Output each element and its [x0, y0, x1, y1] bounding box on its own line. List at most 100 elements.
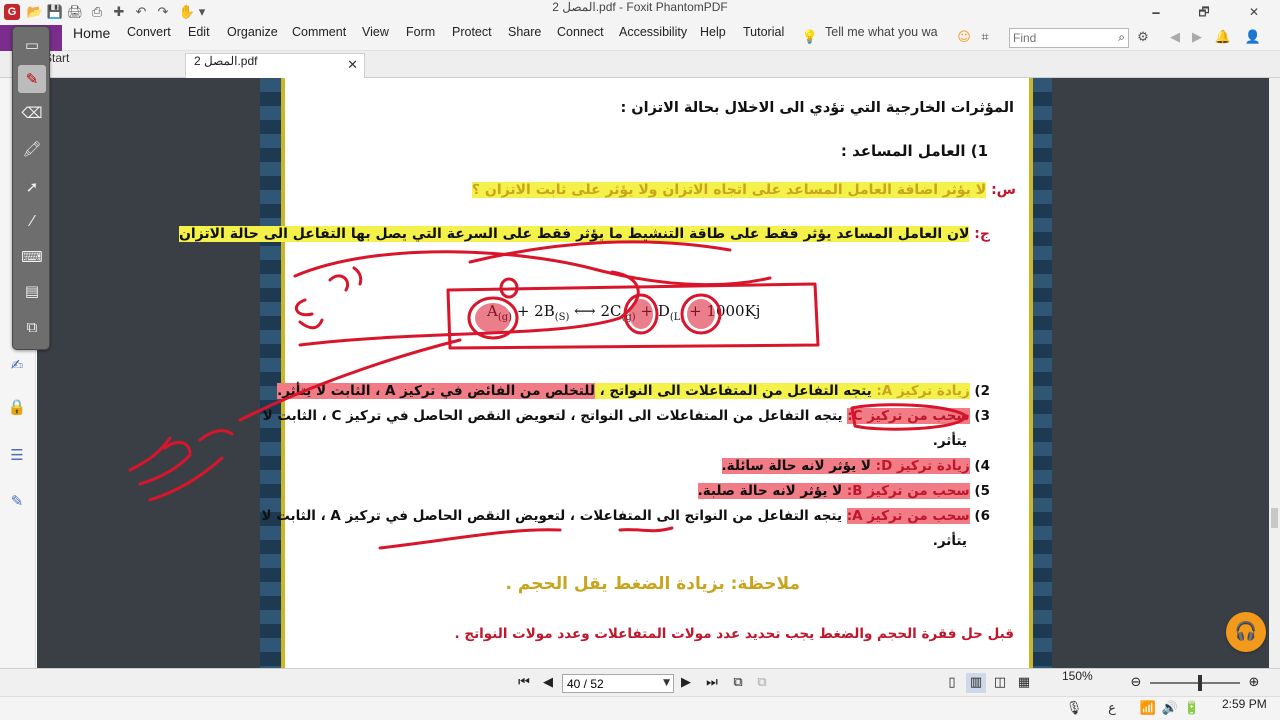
plus-sign: +	[635, 302, 658, 320]
user-account-icon[interactable]: 👤	[1244, 28, 1262, 48]
hand-tool-icon[interactable]: ✋	[178, 4, 196, 21]
search-icon[interactable]: ⌕	[1118, 30, 1125, 45]
zoom-out-button[interactable]: ⊖	[1126, 673, 1146, 693]
print-icon[interactable]: 🖨	[66, 4, 84, 21]
continuous-view-icon[interactable]: ▥	[966, 673, 986, 693]
vertical-scrollbar[interactable]	[1269, 78, 1280, 668]
signature-panel-icon[interactable]: ✍	[6, 354, 28, 376]
settings-gear-icon[interactable]: ⚙	[1134, 28, 1152, 48]
answer-prefix: ج:	[969, 226, 990, 242]
save-icon[interactable]: 💾	[46, 4, 64, 21]
item-5-number: 5)	[974, 483, 990, 499]
menu-home[interactable]: Home	[73, 25, 110, 51]
tools-panel-icon[interactable]: ✎	[6, 490, 28, 512]
tag-icon[interactable]: ⌗	[976, 28, 994, 48]
menu-tutorial[interactable]: Tutorial	[743, 25, 784, 51]
multi-screen-icon[interactable]: ⧉	[18, 313, 46, 341]
scrollbar-thumb[interactable]	[1271, 508, 1278, 528]
support-headset-icon[interactable]: 🎧	[1226, 612, 1266, 652]
new-document-icon[interactable]: ✚	[110, 4, 128, 21]
reaction-energy: + 1000Kj	[684, 302, 761, 320]
find-input[interactable]	[1010, 29, 1106, 47]
facing-view-icon[interactable]: ◫	[990, 673, 1010, 693]
restore-button[interactable]: 🗗	[1182, 0, 1226, 25]
volume-icon[interactable]: 🔊	[1160, 699, 1180, 719]
item-1-catalyst: 1) العامل المساعد :	[840, 142, 988, 160]
pointer-icon[interactable]: ➚	[18, 173, 46, 201]
product-c: 2C	[600, 302, 622, 320]
previous-page-button[interactable]: ◀	[538, 673, 558, 693]
item-4-label: زيادة تركيز D:	[875, 458, 970, 474]
menu-connect[interactable]: Connect	[557, 25, 604, 51]
layers-panel-icon[interactable]: ☰	[6, 444, 28, 466]
foxit-logo-icon[interactable]: G	[4, 4, 20, 20]
laser-pen-icon[interactable]: ⁄	[18, 207, 46, 235]
battery-icon[interactable]: 🔋	[1182, 699, 1202, 719]
equilibrium-arrow: ⟷	[569, 302, 601, 320]
customize-toolbar-icon[interactable]: ▾	[196, 4, 208, 21]
reaction-equation: A(g) + 2B(S) ⟷ 2C(g) + D(L) + 1000Kj	[487, 302, 760, 323]
item-2-label: زيادة تركيز A:	[876, 383, 970, 399]
system-taskbar: 🎙 ع 📶 🔊 🔋 2:59 PM	[0, 696, 1280, 720]
product-d-state: (L)	[669, 312, 685, 323]
document-tab-bar: Start المصل 2.pdf ✕	[0, 51, 1280, 78]
highlighter-icon[interactable]: 🖍	[18, 135, 46, 163]
menu-help[interactable]: Help	[700, 25, 726, 51]
reactant-b-state: (S)	[554, 312, 570, 323]
menu-organize[interactable]: Organize	[227, 25, 278, 51]
minimize-button[interactable]: 🗕	[1134, 0, 1178, 25]
menu-convert[interactable]: Convert	[127, 25, 171, 51]
close-window-button[interactable]: ✕	[1232, 0, 1276, 25]
plus-sign: +	[512, 302, 535, 320]
tab-start[interactable]: Start	[44, 51, 184, 78]
close-tab-icon[interactable]: ✕	[347, 54, 358, 78]
microphone-icon[interactable]: 🎙	[1064, 699, 1084, 719]
open-icon[interactable]: 📂	[26, 4, 44, 21]
item-2: 2) زيادة تركيز A: يتجه التفاعل من المتفا…	[277, 383, 990, 399]
menu-edit[interactable]: Edit	[188, 25, 210, 51]
redo-icon[interactable]: ↷	[154, 4, 172, 21]
keyboard-icon[interactable]: ⌨	[18, 243, 46, 271]
zoom-slider-thumb[interactable]	[1197, 675, 1202, 691]
whiteboard-icon[interactable]: ▭	[18, 31, 46, 59]
wifi-icon[interactable]: 📶	[1138, 699, 1158, 719]
back-icon[interactable]: ◀	[1166, 28, 1184, 48]
continuous-facing-view-icon[interactable]: ▦	[1014, 673, 1034, 693]
menu-view[interactable]: View	[362, 25, 389, 51]
single-page-view-icon[interactable]: ▯	[942, 673, 962, 693]
item-4-number: 4)	[974, 458, 990, 474]
forward-icon[interactable]: ▶	[1188, 28, 1206, 48]
reactant-a-state: (g)	[497, 312, 513, 323]
zoom-in-button[interactable]: ⊕	[1244, 673, 1264, 693]
product-d: D	[657, 302, 670, 320]
notification-bell-icon[interactable]: 🔔	[1214, 28, 1232, 48]
input-language[interactable]: ع	[1102, 699, 1122, 719]
first-page-button[interactable]: ⏮	[514, 673, 534, 693]
insert-page-icon[interactable]: ⧉	[728, 673, 748, 693]
security-lock-icon[interactable]: 🔒	[6, 396, 28, 418]
smiley-icon[interactable]: ☺	[955, 28, 973, 48]
menu-comment[interactable]: Comment	[292, 25, 346, 51]
next-page-button[interactable]: ▶	[676, 673, 696, 693]
extract-page-icon[interactable]: ⧉	[752, 673, 772, 693]
menu-accessibility[interactable]: Accessibility	[619, 25, 687, 51]
pen-tool-icon[interactable]: ✎	[18, 65, 46, 93]
eraser-icon[interactable]: ⌫	[18, 99, 46, 127]
ribbon-menu: Home Convert Edit Organize Comment View …	[0, 25, 1280, 51]
page-number-input[interactable]	[563, 675, 653, 692]
tab-document[interactable]: المصل 2.pdf ✕	[185, 53, 365, 78]
question-line: س: لا يؤثر اضافة العامل المساعد على اتجا…	[471, 182, 1016, 198]
zoom-slider[interactable]	[1150, 682, 1240, 684]
page-dropdown-icon[interactable]: ▼	[663, 675, 670, 692]
item-5-text: لا يؤثر لانه حالة صلبة.	[697, 483, 847, 499]
tell-me-box[interactable]: Tell me what you wa	[825, 25, 938, 51]
print-preview-icon[interactable]: ⎙	[88, 4, 106, 21]
screen-capture-icon[interactable]: ▤	[18, 277, 46, 305]
menu-form[interactable]: Form	[406, 25, 435, 51]
zoom-level[interactable]: 150%	[1062, 669, 1093, 683]
menu-protect[interactable]: Protect	[452, 25, 492, 51]
note-line: ملاحظة: بزيادة الضغط يقل الحجم .	[505, 574, 801, 594]
menu-share[interactable]: Share	[508, 25, 541, 51]
undo-icon[interactable]: ↶	[132, 4, 150, 21]
last-page-button[interactable]: ⏭	[702, 673, 722, 693]
